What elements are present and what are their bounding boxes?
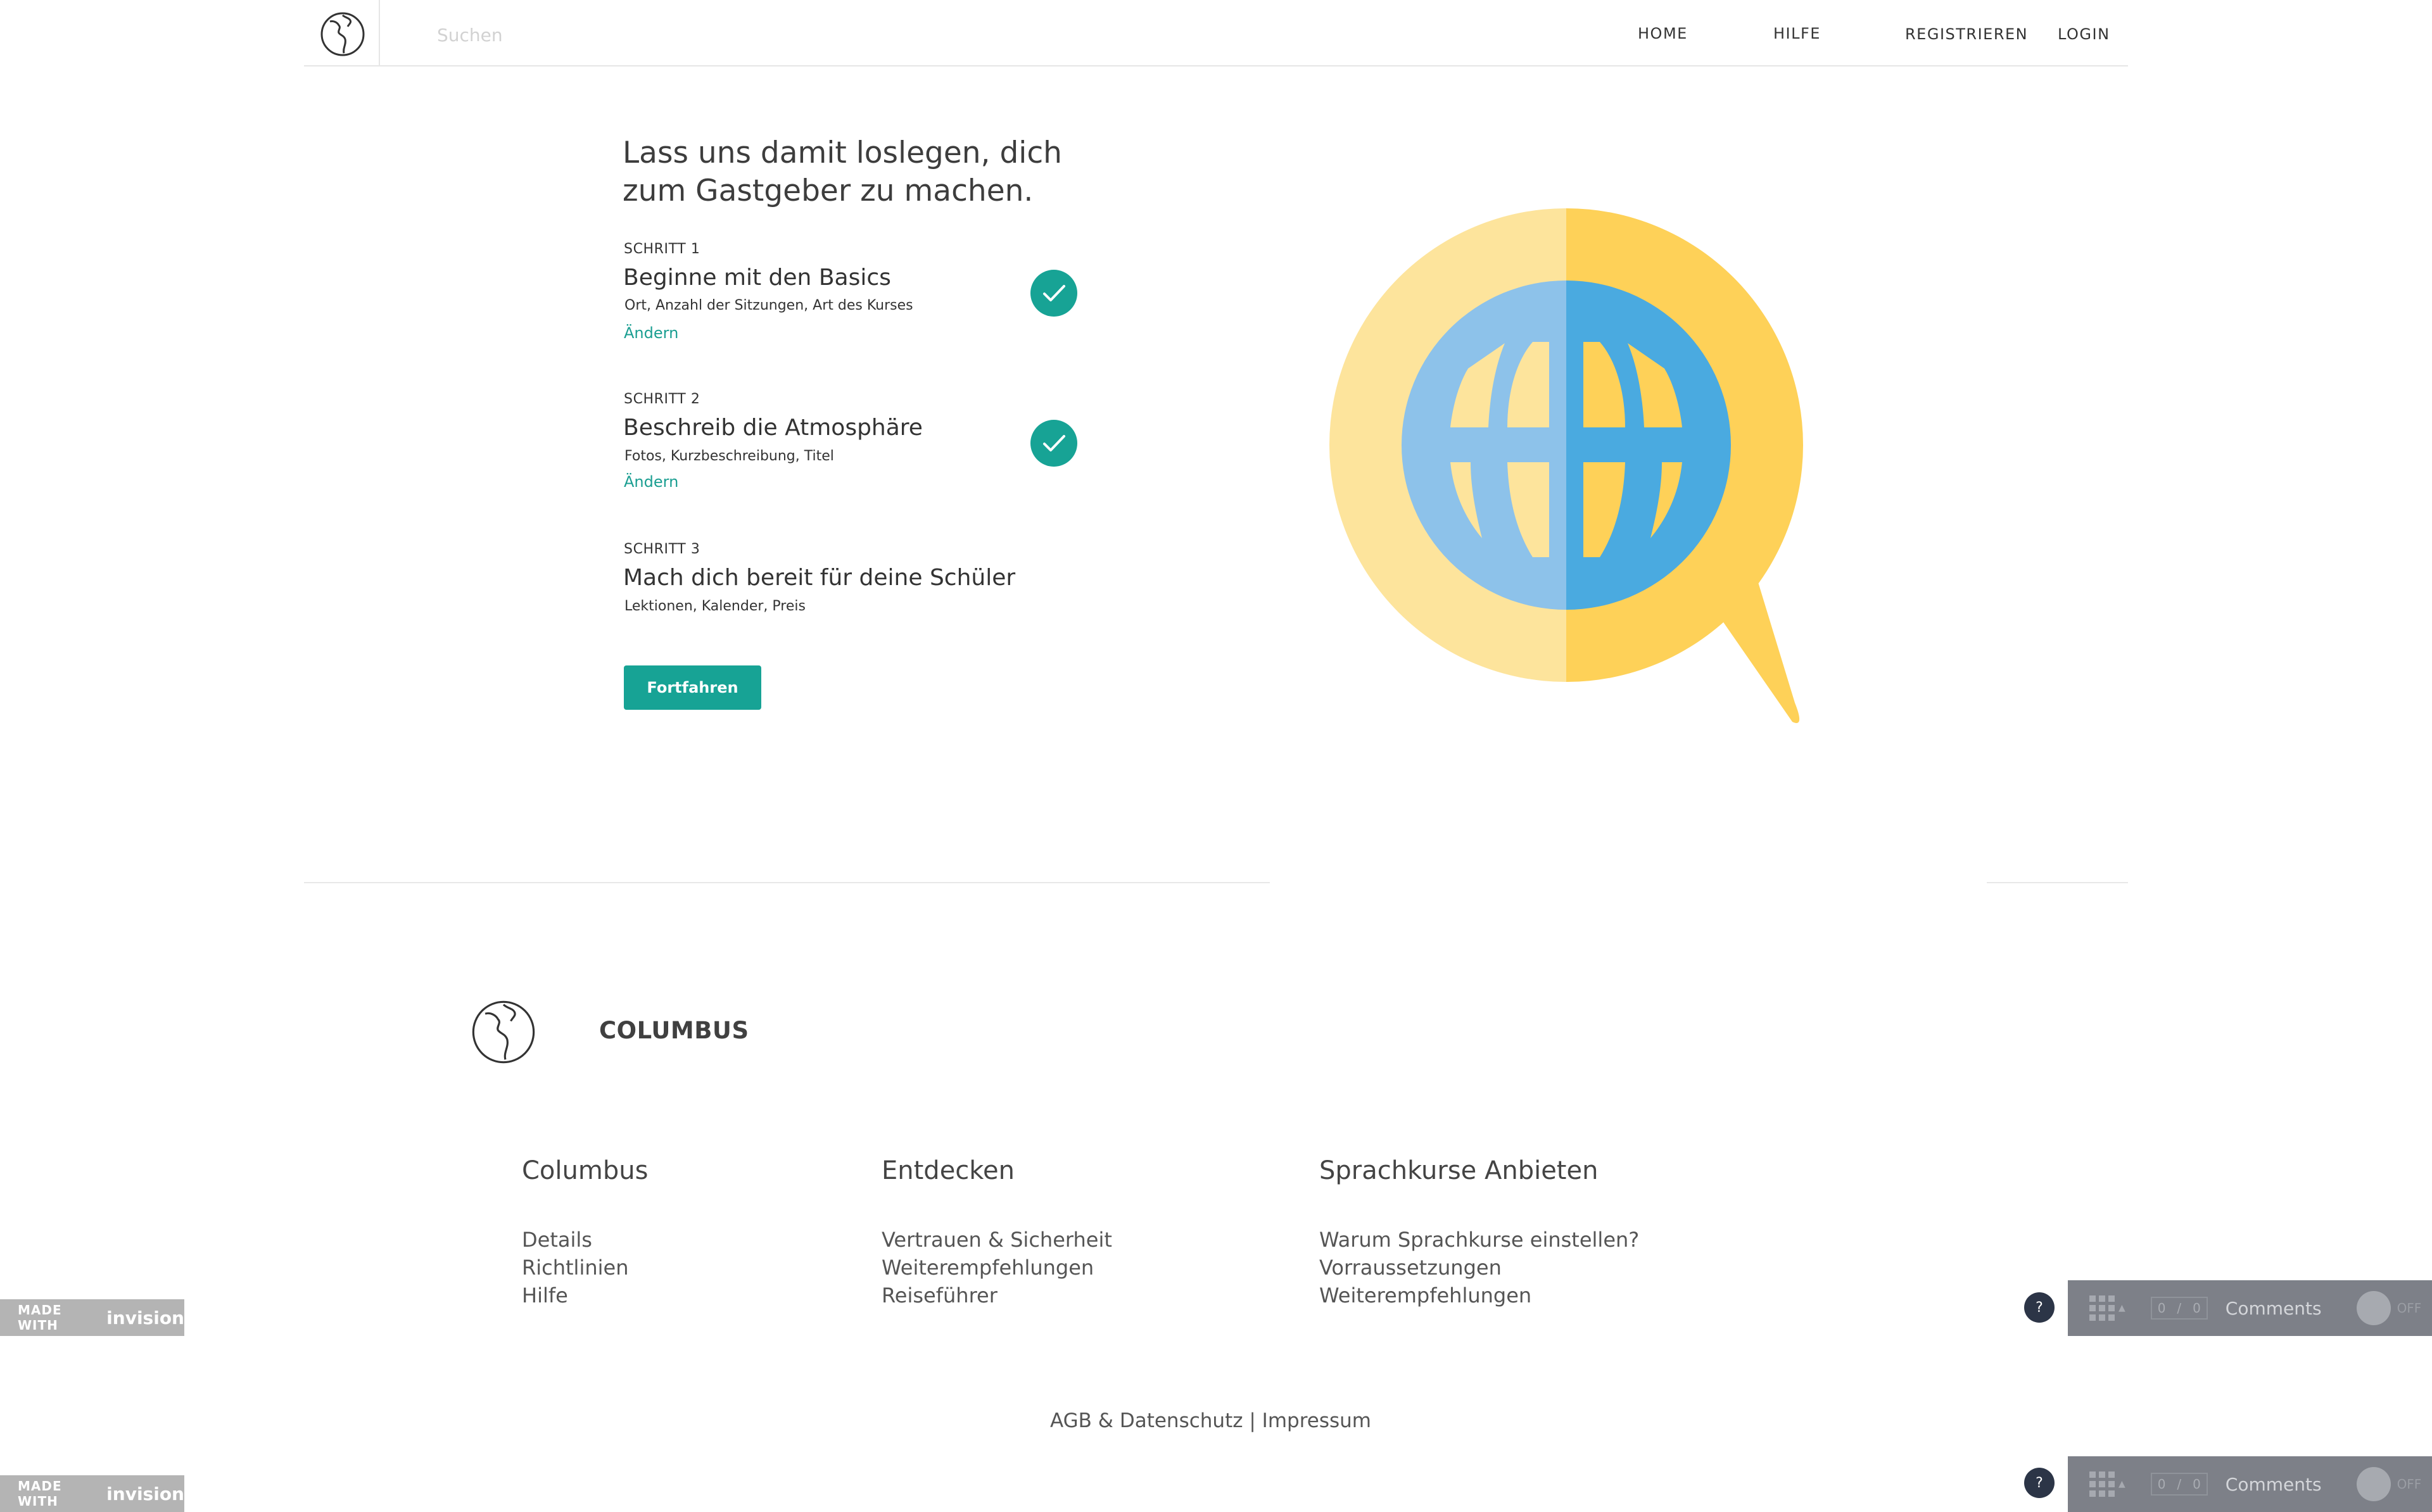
toggle-state-label: OFF — [2397, 1477, 2422, 1492]
section-divider-right — [1987, 882, 2128, 883]
grid-icon[interactable] — [2089, 1295, 2115, 1321]
checkmark-icon — [1043, 285, 1065, 301]
header-divider — [304, 65, 2128, 66]
step-3-subtitle: Lektionen, Kalender, Preis — [624, 598, 806, 614]
comments-label[interactable]: Comments — [2226, 1298, 2322, 1319]
footer-link-referrals[interactable]: Weiterempfehlungen — [882, 1256, 1094, 1280]
footer-link-details[interactable]: Details — [522, 1228, 592, 1252]
step-1-title: Beginne mit den Basics — [623, 265, 891, 291]
checkmark-icon — [1043, 435, 1065, 451]
counter-sep: / — [2177, 1477, 2182, 1492]
toggle-state-label: OFF — [2397, 1301, 2422, 1316]
page-title-line-1: Lass uns damit loslegen, dich — [623, 135, 1062, 170]
step-1-label: SCHRITT 1 — [624, 241, 700, 257]
footer-link-richtlinien[interactable]: Richtlinien — [522, 1256, 628, 1280]
caret-up-icon: ▲ — [2118, 1303, 2125, 1313]
search-input[interactable] — [437, 22, 817, 48]
help-icon[interactable]: ? — [2024, 1468, 2055, 1498]
step-1-complete-badge — [1030, 270, 1077, 317]
step-2-label: SCHRITT 2 — [624, 391, 700, 407]
counter-current: 0 — [2157, 1301, 2166, 1316]
footer-link-travel-guide[interactable]: Reiseführer — [882, 1283, 998, 1307]
help-icon[interactable]: ? — [2024, 1292, 2055, 1323]
nav-register[interactable]: REGISTRIEREN — [1905, 25, 2028, 43]
nav-login[interactable]: LOGIN — [2058, 25, 2110, 43]
footer-legal: AGB & Datenschutz | Impressum — [1050, 1409, 1371, 1432]
continue-button[interactable]: Fortfahren — [624, 665, 761, 710]
comment-counter: 0 / 0 — [2150, 1473, 2208, 1496]
footer-link-hilfe[interactable]: Hilfe — [522, 1283, 568, 1307]
grid-icon[interactable] — [2089, 1471, 2115, 1497]
counter-sep: / — [2177, 1301, 2182, 1316]
comments-toolbar: ▲ 0 / 0 Comments OFF — [2068, 1280, 2432, 1336]
globe-logo-icon — [472, 1000, 535, 1064]
footer-brand: COLUMBUS — [599, 1017, 749, 1044]
section-divider-left — [304, 882, 1270, 883]
made-with-invision-badge-2[interactable]: MADE WITH invision — [0, 1475, 184, 1512]
nav-help[interactable]: HILFE — [1773, 25, 1821, 42]
footer-col-2-heading: Entdecken — [882, 1156, 1015, 1185]
footer-link-why-offer[interactable]: Warum Sprachkurse einstellen? — [1319, 1228, 1639, 1252]
footer-col-3-heading: Sprachkurse Anbieten — [1319, 1156, 1599, 1185]
made-with-invision-badge[interactable]: MADE WITH invision — [0, 1299, 184, 1336]
step-1-edit-link[interactable]: Ändern — [624, 324, 678, 342]
nav-home[interactable]: HOME — [1638, 25, 1688, 42]
legal-separator: | — [1249, 1409, 1256, 1432]
comment-counter: 0 / 0 — [2150, 1297, 2208, 1320]
invision-logo: invision — [106, 1483, 184, 1504]
made-with-label: MADE WITH — [18, 1478, 62, 1509]
footer-link-referrals-2[interactable]: Weiterempfehlungen — [1319, 1283, 1531, 1307]
page-title-line-2: zum Gastgeber zu machen. — [623, 173, 1034, 208]
step-2-title: Beschreib die Atmosphäre — [623, 415, 923, 441]
footer-link-trust-safety[interactable]: Vertrauen & Sicherheit — [882, 1228, 1112, 1252]
counter-total: 0 — [2193, 1301, 2201, 1316]
invision-logo: invision — [106, 1307, 184, 1328]
page-title: Lass uns damit loslegen, dich zum Gastge… — [623, 134, 1193, 210]
step-1-subtitle: Ort, Anzahl der Sitzungen, Art des Kurse… — [624, 298, 913, 313]
speech-bubble-globe-icon — [1329, 208, 1803, 723]
step-2-complete-badge — [1030, 420, 1077, 467]
caret-up-icon: ▲ — [2118, 1479, 2125, 1489]
counter-current: 0 — [2157, 1477, 2166, 1492]
step-2-subtitle: Fotos, Kurzbeschreibung, Titel — [624, 448, 834, 464]
impressum-link[interactable]: Impressum — [1262, 1409, 1371, 1432]
globe-logo-icon — [320, 12, 365, 56]
footer-link-requirements[interactable]: Vorraussetzungen — [1319, 1256, 1502, 1280]
comments-toolbar-2: ▲ 0 / 0 Comments OFF — [2068, 1456, 2432, 1512]
counter-total: 0 — [2193, 1477, 2201, 1492]
step-3-title: Mach dich bereit für deine Schüler — [623, 565, 1016, 591]
agb-link[interactable]: AGB & Datenschutz — [1050, 1409, 1243, 1432]
step-2-edit-link[interactable]: Ändern — [624, 473, 678, 491]
comments-toggle[interactable] — [2356, 1291, 2391, 1325]
comments-label[interactable]: Comments — [2226, 1474, 2322, 1495]
made-with-label: MADE WITH — [18, 1302, 62, 1333]
step-3-label: SCHRITT 3 — [624, 541, 700, 557]
header-logo[interactable] — [304, 0, 380, 65]
comments-toggle[interactable] — [2356, 1467, 2391, 1501]
footer-col-1-heading: Columbus — [522, 1156, 649, 1185]
